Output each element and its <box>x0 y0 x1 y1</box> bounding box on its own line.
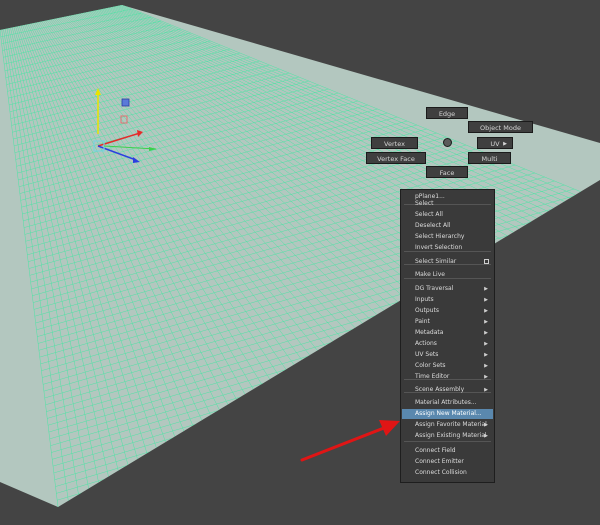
menu-item-inputs[interactable]: Inputs ▶ <box>402 295 493 305</box>
menu-item-label: Assign Favorite Material <box>415 420 487 428</box>
uv-label: UV <box>490 140 500 148</box>
menu-item-assign-existing-material[interactable]: Assign Existing Material ▶ <box>402 431 493 441</box>
marking-menu-vertex-face[interactable]: Vertex Face <box>366 152 426 164</box>
menu-item-time-editor[interactable]: Time Editor ▶ <box>402 372 493 382</box>
menu-item-outputs[interactable]: Outputs ▶ <box>402 306 493 316</box>
menu-item-label: Make Live <box>415 270 445 278</box>
menu-item-label: Connect Collision <box>415 469 467 476</box>
menu-item-label: Outputs <box>415 306 439 314</box>
menu-item-select[interactable]: Select <box>402 199 493 209</box>
marking-menu-uv[interactable]: UV ▶ <box>477 137 513 149</box>
marking-menu-edge[interactable]: Edge <box>426 107 468 119</box>
marking-menu-face[interactable]: Face <box>426 166 468 178</box>
viewport-canvas[interactable] <box>0 0 600 525</box>
option-box-icon[interactable] <box>484 258 489 264</box>
menu-item-assign-favorite-material[interactable]: Assign Favorite Material ▶ <box>402 420 493 430</box>
menu-item-label: Time Editor <box>415 372 450 380</box>
submenu-arrow-icon: ▶ <box>484 432 488 439</box>
menu-item-label: Color Sets <box>415 361 446 369</box>
submenu-arrow-icon: ▶ <box>484 362 488 369</box>
menu-item-color-sets[interactable]: Color Sets ▶ <box>402 361 493 371</box>
submenu-arrow-icon: ▶ <box>484 285 488 292</box>
marking-menu-vertex[interactable]: Vertex <box>371 137 418 149</box>
menu-item-uv-sets[interactable]: UV Sets ▶ <box>402 350 493 360</box>
menu-item-material-attributes[interactable]: Material Attributes... <box>402 398 493 408</box>
menu-item-invert-selection[interactable]: Invert Selection <box>402 243 493 253</box>
yz-plane-handle <box>121 98 130 107</box>
menu-item-paint[interactable]: Paint ▶ <box>402 317 493 327</box>
menu-item-dg-traversal[interactable]: DG Traversal ▶ <box>402 284 493 294</box>
submenu-arrow-icon: ▶ <box>484 373 488 380</box>
menu-item-assign-new-material[interactable]: Assign New Material... <box>402 408 493 419</box>
submenu-arrow-icon: ▶ <box>484 296 488 303</box>
menu-item-label: Deselect All <box>415 221 451 229</box>
menu-item-connect-field[interactable]: Connect Field <box>402 446 493 456</box>
menu-item-label: DG Traversal <box>415 284 454 292</box>
menu-item-label: Select <box>415 199 434 207</box>
menu-item-label: Metadata <box>415 328 444 336</box>
menu-item-metadata[interactable]: Metadata ▶ <box>402 328 493 338</box>
marking-menu-object-mode[interactable]: Object Mode <box>468 121 533 133</box>
menu-item-connect-collision[interactable]: Connect Collision <box>402 468 493 478</box>
marking-menu-center <box>443 138 452 147</box>
menu-item-label: Assign New Material... <box>415 409 482 417</box>
menu-item-label: Assign Existing Material <box>415 431 487 439</box>
submenu-arrow-icon: ▶ <box>484 340 488 347</box>
menu-item-label: Material Attributes... <box>415 398 477 406</box>
menu-item-select-hierarchy[interactable]: Select Hierarchy <box>402 232 493 242</box>
menu-item-label: Connect Field <box>415 447 456 454</box>
submenu-arrow-icon: ▶ <box>484 318 488 325</box>
menu-item-label: Scene Assembly <box>415 385 465 393</box>
submenu-arrow-icon: ▶ <box>484 421 488 428</box>
submenu-arrow-icon: ▶ <box>503 141 507 147</box>
submenu-arrow-icon: ▶ <box>484 307 488 314</box>
menu-item-label: Invert Selection <box>415 243 463 251</box>
menu-divider <box>404 440 491 442</box>
menu-item-scene-assembly[interactable]: Scene Assembly ▶ <box>402 385 493 395</box>
menu-item-select-similar[interactable]: Select Similar <box>402 257 493 267</box>
menu-item-connect-emitter[interactable]: Connect Emitter <box>402 457 493 467</box>
menu-item-label: Connect Emitter <box>415 458 464 465</box>
menu-item-label: UV Sets <box>415 350 439 358</box>
menu-item-label: Select All <box>415 210 443 218</box>
menu-item-actions[interactable]: Actions ▶ <box>402 339 493 349</box>
menu-item-label: Actions <box>415 339 437 347</box>
maya-viewport[interactable]: Edge Object Mode Vertex UV ▶ Vertex Face… <box>0 0 600 525</box>
marking-menu-multi[interactable]: Multi <box>468 152 511 164</box>
annotation-arrow <box>300 420 400 462</box>
menu-item-label: Paint <box>415 317 430 325</box>
submenu-arrow-icon: ▶ <box>484 351 488 358</box>
menu-item-select-all[interactable]: Select All <box>402 210 493 220</box>
menu-item-label: Select Hierarchy <box>415 232 465 240</box>
submenu-arrow-icon: ▶ <box>484 386 488 393</box>
submenu-arrow-icon: ▶ <box>484 329 488 336</box>
menu-item-label: Inputs <box>415 295 434 303</box>
menu-item-label: Select Similar <box>415 257 457 265</box>
menu-item-make-live[interactable]: Make Live <box>402 270 493 280</box>
context-menu: pPlane1... Select Select All Deselect All S… <box>400 189 495 483</box>
menu-item-deselect-all[interactable]: Deselect All <box>402 221 493 231</box>
